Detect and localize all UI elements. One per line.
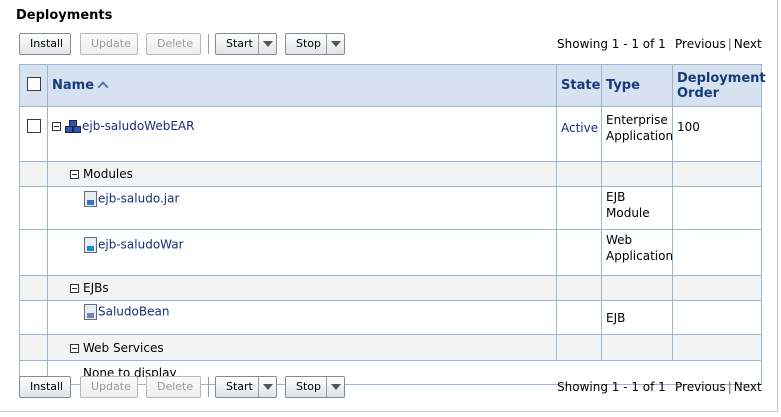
next-link[interactable]: Next [734,380,762,394]
update-button[interactable]: Update [80,33,138,55]
module-name-cell: ejb-saludoWar [47,229,557,276]
delete-button[interactable]: Delete [146,33,201,55]
toolbar-top: Install Update Delete Start Stop Showing… [19,33,762,57]
modules-label: Modules [83,167,133,181]
pager: Previous | Next [675,380,762,394]
stop-button[interactable]: Stop [285,376,345,398]
row-checkbox[interactable] [26,119,41,133]
panel-title: Deployments [16,8,113,23]
select-all-checkbox[interactable] [26,76,41,91]
start-button[interactable]: Start [215,33,277,55]
app-name-link[interactable]: ejb-saludoWebEAR [82,119,194,133]
pager-separator: | [727,37,732,51]
install-button[interactable]: Install [19,376,71,398]
select-all-header [19,64,48,107]
app-order-cell: 100 [672,106,762,162]
name-column-header[interactable]: Name [47,64,557,107]
table-row: SaludoBean EJB [19,300,762,335]
showing-count: Showing 1 - 1 of 1 [557,380,666,394]
webservices-group-cell: Web Services [47,334,557,361]
module-name-link[interactable]: ejb-saludo.jar [98,192,179,206]
ejbs-label: EJBs [83,281,109,295]
deployments-panel: Deployments Install Update Delete Start … [0,0,778,412]
module-name-link[interactable]: ejb-saludoWar [98,238,184,252]
app-type-cell: Enterprise Application [601,106,673,162]
stop-button-label: Stop [296,380,322,393]
table-row: ejb-saludoWar Web Application [19,229,762,276]
table-row: Web Services [19,334,762,361]
table-row: Modules [19,161,762,187]
collapse-toggle-icon[interactable] [70,343,79,353]
table-row: ejb-saludo.jar EJB Module [19,186,762,230]
collapse-toggle-icon[interactable] [70,170,79,179]
jar-file-icon [84,191,97,207]
modules-group-cell: Modules [47,161,557,187]
chevron-down-icon[interactable] [258,34,276,54]
start-button[interactable]: Start [215,376,277,398]
application-icon [65,119,81,134]
ejbs-group-cell: EJBs [47,275,557,301]
table-row: EJBs [19,275,762,301]
ejb-icon [84,304,97,320]
webservices-label: Web Services [83,340,164,355]
ejb-name-cell: SaludoBean [47,300,557,335]
module-type-cell: EJB Module [601,186,673,230]
ejb-type-cell: EJB [601,300,673,335]
table-row: ejb-saludoWebEAR Active Enterprise Appli… [19,106,762,162]
toolbar-separator [208,377,209,397]
sort-ascending-icon[interactable] [97,81,108,90]
pager: Previous | Next [675,37,762,51]
web-module-icon [84,237,97,253]
name-header-label: Name [52,78,95,93]
row-select-cell [19,106,48,162]
toolbar-bottom: Install Update Delete Start Stop Showing… [19,376,762,400]
stop-button-label: Stop [296,37,322,50]
collapse-toggle-icon[interactable] [70,284,79,293]
type-column-header: Type [601,64,673,107]
chevron-down-icon[interactable] [326,377,344,397]
state-column-header: State [556,64,602,107]
chevron-down-icon[interactable] [258,377,276,397]
start-button-label: Start [226,37,253,50]
app-state-cell: Active [556,106,602,162]
order-column-header: Deployment Order [672,64,766,107]
previous-link[interactable]: Previous [675,380,726,394]
chevron-down-icon[interactable] [326,34,344,54]
app-state: Active [561,121,599,135]
update-button[interactable]: Update [80,376,138,398]
app-name-cell: ejb-saludoWebEAR [47,106,557,162]
previous-link[interactable]: Previous [675,37,726,51]
toolbar-separator [208,34,209,54]
stop-button[interactable]: Stop [285,33,345,55]
next-link[interactable]: Next [734,37,762,51]
module-type-cell: Web Application [601,229,673,276]
collapse-toggle-icon[interactable] [52,122,61,131]
module-name-cell: ejb-saludo.jar [47,186,557,230]
ejb-name-link[interactable]: SaludoBean [98,305,169,319]
install-button[interactable]: Install [19,33,71,55]
pager-separator: | [727,380,732,394]
start-button-label: Start [226,380,253,393]
delete-button[interactable]: Delete [146,376,201,398]
deployments-table: Name State Type Deployment Order ejb-sal… [19,64,766,385]
table-header-row: Name State Type Deployment Order [19,64,766,107]
showing-count: Showing 1 - 1 of 1 [557,37,666,51]
